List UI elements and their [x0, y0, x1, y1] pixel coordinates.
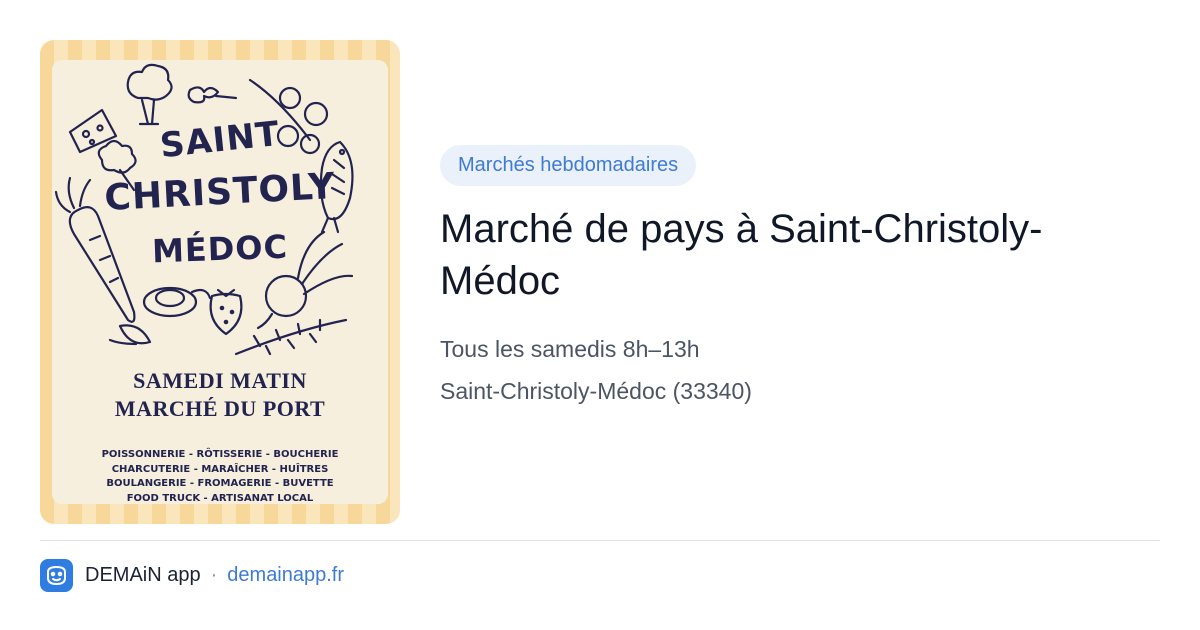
event-title: Marché de pays à Saint-Christoly-Médoc	[440, 207, 1043, 303]
footer-divider	[40, 540, 1160, 541]
poster-subtitle-line-2: MARCHÉ DU PORT	[114, 396, 326, 421]
event-location: Saint-Christoly-Médoc (33340)	[440, 378, 752, 404]
app-website-link[interactable]: demainapp.fr	[227, 564, 344, 587]
poster-list-line: FOOD TRUCK - ARTISANAT LOCAL	[126, 492, 314, 504]
footer: DEMAiN app · demainapp.fr	[40, 558, 344, 592]
footer-separator: ·	[210, 563, 218, 586]
poster-subtitle-line-1: SAMEDI MATIN	[133, 368, 307, 393]
rosemary-icon	[234, 318, 348, 356]
poster-list-line: CHARCUTERIE - MARAÎCHER - HUÎTRES	[111, 463, 329, 475]
broccoli-icon	[126, 63, 173, 126]
poster-list-line: POISSONNERIE - RÔTISSERIE - BOUCHERIE	[101, 449, 339, 460]
app-name: DEMAiN app	[85, 563, 201, 586]
roast-chicken-icon	[142, 286, 212, 318]
category-badge[interactable]: Marchés hebdomadaires	[440, 145, 697, 186]
strawberry-icon	[209, 288, 243, 336]
leaf-icon	[108, 324, 152, 346]
poster-list-line: BOULANGERIE - FROMAGERIE - BUVETTE	[106, 478, 334, 489]
herb-icon	[187, 86, 238, 104]
event-schedule: Tous les samedis 8h–13h	[440, 336, 700, 362]
poster-vendor-list: POISSONNERIE - RÔTISSERIE - BOUCHERIE CH…	[40, 448, 400, 506]
event-poster-image: SAINT CHRISTOLY MÉDOC SAMEDI MATIN MARCH…	[40, 40, 400, 524]
demain-app-icon	[40, 558, 73, 592]
